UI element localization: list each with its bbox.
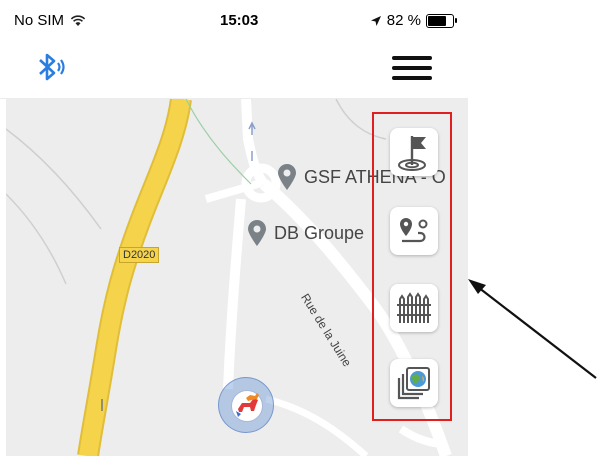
- poi-label: DB Groupe: [274, 222, 365, 243]
- road-badge: D2020: [119, 247, 160, 263]
- status-left: No SIM: [14, 12, 86, 29]
- status-right: 82 %: [370, 12, 457, 29]
- annotation-arrow: [468, 279, 597, 379]
- battery-percent: 82 %: [386, 12, 421, 29]
- status-bar: No SIM 15:03 82 %: [0, 0, 468, 40]
- bluetooth-icon: [39, 53, 65, 81]
- bluetooth-button[interactable]: [34, 50, 68, 86]
- hamburger-menu-button[interactable]: [392, 52, 432, 86]
- geofence-target-button[interactable]: [390, 128, 438, 176]
- fence-icon: [397, 292, 431, 323]
- map-pin-icon: [248, 220, 266, 246]
- battery-icon: [426, 13, 457, 28]
- fence-button[interactable]: [390, 284, 438, 332]
- battery-fill: [428, 15, 447, 26]
- pet-marker[interactable]: [218, 377, 274, 433]
- phone-screen: No SIM 15:03 82 % GSF ATHENA - O DB Grou…: [0, 0, 468, 456]
- flag-target-icon: [398, 136, 426, 171]
- map-tools-panel: [372, 112, 452, 421]
- map-layers-button[interactable]: [390, 359, 438, 407]
- carrier-label: No SIM: [14, 12, 65, 29]
- location-arrow-icon: [370, 15, 381, 26]
- route-icon: [400, 218, 428, 243]
- battery-tip: [455, 17, 457, 23]
- map-pin-icon: [278, 164, 296, 190]
- route-button[interactable]: [390, 207, 438, 255]
- wifi-icon: [70, 14, 86, 26]
- poi-db-groupe[interactable]: DB Groupe: [246, 219, 364, 247]
- hamburger-menu-icon: [392, 56, 432, 80]
- app-header: [0, 40, 468, 99]
- pet-marker-icon: [231, 390, 263, 422]
- map-layers-icon: [397, 367, 430, 400]
- status-time: 15:03: [220, 12, 259, 29]
